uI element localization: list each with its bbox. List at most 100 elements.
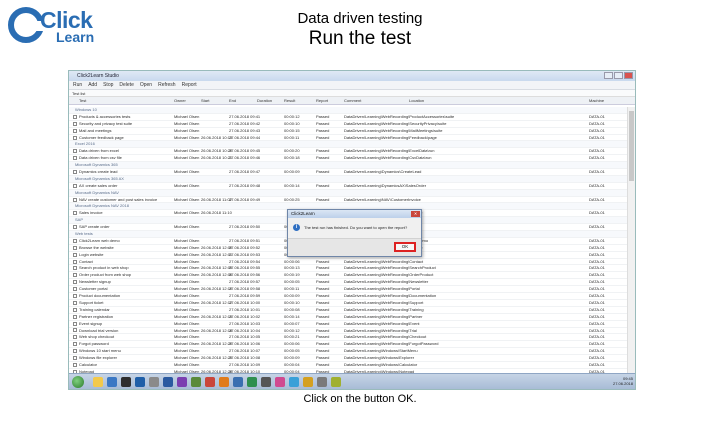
excel-taskbar-icon[interactable] <box>191 377 201 387</box>
column-header[interactable]: End <box>229 97 236 105</box>
table-row[interactable]: Customer portal Michael Olsen 26.06.2018 1… <box>69 286 629 294</box>
table-row[interactable]: Download trial version Michael Olsen 26.06… <box>69 328 629 335</box>
row-checkbox[interactable] <box>73 135 77 140</box>
table-row[interactable]: Windows 10 start menu Michael Olsen 27.06.… <box>69 348 629 356</box>
row-checkbox[interactable] <box>73 280 77 285</box>
table-row[interactable]: Security and privacy test suite Michael O… <box>69 121 629 128</box>
row-checkbox[interactable] <box>73 114 77 119</box>
row-checkbox[interactable] <box>73 225 77 230</box>
row-checkbox[interactable] <box>73 307 77 312</box>
row-checkbox[interactable] <box>73 273 77 278</box>
ok-button[interactable]: OK <box>394 242 416 252</box>
column-header[interactable]: Machine <box>589 97 604 105</box>
toolbar-button[interactable]: Delete <box>119 81 133 89</box>
table-row[interactable]: Event signup Michael Olsen 27.06.2018 10:0… <box>69 321 629 328</box>
table-row[interactable]: Search product in web shop Michael Olsen 2… <box>69 265 629 273</box>
misc-taskbar-icon[interactable] <box>331 377 341 387</box>
table-row[interactable]: Training calendar Michael Olsen 27.06.2018… <box>69 307 629 314</box>
onenote-taskbar-icon[interactable] <box>275 377 285 387</box>
row-checkbox[interactable] <box>73 362 77 367</box>
table-row[interactable]: Products & accessories tests Michael Olse… <box>69 114 629 121</box>
group-row[interactable]: Microsoft Dynamics 365 AX <box>69 175 629 183</box>
row-checkbox[interactable] <box>73 149 77 154</box>
ppt-taskbar-icon[interactable] <box>205 377 215 387</box>
settings-taskbar-icon[interactable] <box>317 377 327 387</box>
table-row[interactable]: Newsletter signup Michael Olsen 27.06.2018… <box>69 279 629 287</box>
skype-taskbar-icon[interactable] <box>289 377 299 387</box>
row-checkbox[interactable] <box>73 259 77 264</box>
table-row[interactable]: Calculator Michael Olsen 27.06.2018 10:09 0… <box>69 362 629 369</box>
maximize-icon[interactable] <box>614 72 623 79</box>
group-row[interactable]: Microsoft Dynamics 365 <box>69 162 629 170</box>
row-checkbox[interactable] <box>73 356 77 360</box>
column-header[interactable]: Owner <box>174 97 186 105</box>
cmd-taskbar-icon[interactable] <box>261 377 271 387</box>
column-header[interactable]: Duration <box>257 97 272 105</box>
row-checkbox[interactable] <box>73 128 77 133</box>
toolbar-button[interactable]: Run <box>73 81 82 89</box>
row-checkbox[interactable] <box>73 293 77 298</box>
table-row[interactable]: Customer feedback page Michael Olsen 26.06… <box>69 135 629 142</box>
row-checkbox[interactable] <box>73 252 77 257</box>
table-row[interactable]: AX create sales order Michael Olsen 27.06.… <box>69 183 629 190</box>
row-checkbox[interactable] <box>73 211 77 216</box>
table-row[interactable]: Partner registration Michael Olsen 26.06.2… <box>69 314 629 321</box>
row-checkbox[interactable] <box>73 342 77 347</box>
firefox-taskbar-icon[interactable] <box>219 377 229 387</box>
vs-taskbar-icon[interactable] <box>177 377 187 387</box>
column-header[interactable]: Start <box>201 97 209 105</box>
table-row[interactable]: Order product from web shop Michael Olsen… <box>69 272 629 280</box>
toolbar-button[interactable]: Stop <box>103 81 113 89</box>
table-row[interactable]: Data driven from csv file Michael Olsen 26… <box>69 155 629 163</box>
column-header[interactable]: Report <box>316 97 328 105</box>
toolbar-button[interactable]: Report <box>182 81 197 89</box>
group-row[interactable]: Excel 2016 <box>69 141 629 149</box>
table-row[interactable]: Support ticket Michael Olsen 26.06.2018 12… <box>69 300 629 307</box>
table-row[interactable]: Contact Michael Olsen 27.06.2018 09:54 00:0… <box>69 259 629 266</box>
start-button-icon[interactable] <box>72 376 84 388</box>
green-app-taskbar-icon[interactable] <box>247 377 257 387</box>
row-checkbox[interactable] <box>73 156 77 161</box>
column-header[interactable]: Comment <box>344 97 361 105</box>
word-taskbar-icon[interactable] <box>135 377 145 387</box>
column-header[interactable]: Location <box>409 97 424 105</box>
table-row[interactable]: Dynamics create lead Michael Olsen 27.06.2… <box>69 169 629 176</box>
row-checkbox[interactable] <box>73 321 77 326</box>
explorer-taskbar-icon[interactable] <box>93 377 103 387</box>
table-row[interactable]: NAV create customer and post sales invoi… <box>69 197 629 204</box>
row-checkbox[interactable] <box>73 245 77 250</box>
toolbar-button[interactable]: Refresh <box>158 81 176 89</box>
table-row[interactable]: Product documentation Michael Olsen 27.06.… <box>69 293 629 300</box>
folder-taskbar-icon[interactable] <box>303 377 313 387</box>
outlook-taskbar-icon[interactable] <box>233 377 243 387</box>
app-taskbar-icon[interactable] <box>121 377 131 387</box>
tool-taskbar-icon[interactable] <box>149 377 159 387</box>
scrollbar-thumb[interactable] <box>629 111 634 181</box>
table-row[interactable]: Windows file explorer Michael Olsen 26.06.… <box>69 355 629 362</box>
ie-taskbar-icon[interactable] <box>107 377 117 387</box>
table-row[interactable]: Data driven from excel Michael Olsen 26.06… <box>69 148 629 156</box>
row-checkbox[interactable] <box>73 300 77 305</box>
row-checkbox[interactable] <box>73 197 77 202</box>
row-checkbox[interactable] <box>73 121 77 126</box>
table-row[interactable]: Forgot password Michael Olsen 26.06.2018 1… <box>69 341 629 349</box>
row-checkbox[interactable] <box>73 349 77 354</box>
toolbar-button[interactable]: Open <box>140 81 152 89</box>
table-row[interactable]: Web shop checkout Michael Olsen 27.06.2018… <box>69 334 629 342</box>
dialog-close-icon[interactable]: ✕ <box>411 211 420 217</box>
studio-taskbar-icon[interactable] <box>163 377 173 387</box>
vertical-scrollbar[interactable] <box>627 107 635 375</box>
row-checkbox[interactable] <box>73 287 77 292</box>
group-row[interactable]: Windows 10 <box>69 107 629 114</box>
row-checkbox[interactable] <box>73 183 77 188</box>
table-row[interactable]: Mail and meetings Michael Olsen 27.06.2018… <box>69 128 629 135</box>
row-checkbox[interactable] <box>73 335 77 340</box>
tab-test-list[interactable]: Test list <box>69 90 635 97</box>
column-header[interactable]: Test <box>79 97 86 105</box>
minimize-icon[interactable] <box>604 72 613 79</box>
row-checkbox[interactable] <box>73 314 77 319</box>
row-checkbox[interactable] <box>73 169 77 174</box>
row-checkbox[interactable] <box>73 328 77 333</box>
toolbar-button[interactable]: Add <box>88 81 97 89</box>
group-row[interactable]: Microsoft Dynamics NAV <box>69 189 629 197</box>
